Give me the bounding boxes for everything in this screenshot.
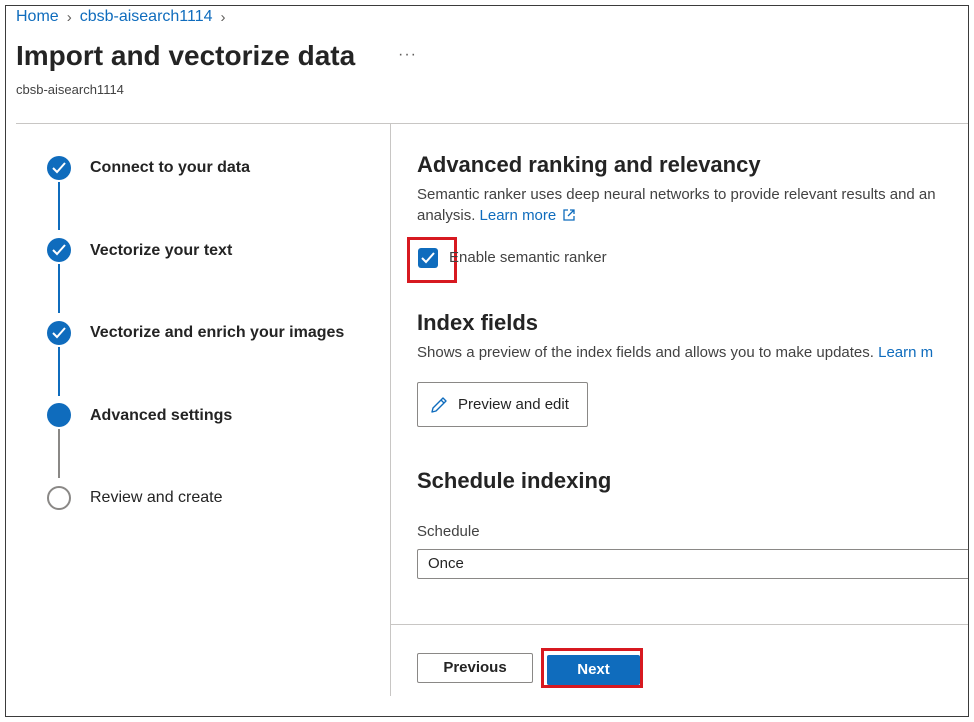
step-vectorize-images[interactable]: Vectorize and enrich your images: [90, 324, 344, 342]
index-fields-description: Shows a preview of the index fields and …: [417, 344, 933, 361]
panel-divider: [390, 123, 391, 696]
ranking-learn-more-link[interactable]: Learn more: [480, 207, 576, 224]
step-connect-data[interactable]: Connect to your data: [90, 159, 250, 177]
footer-divider: [391, 624, 968, 625]
step-connector: [58, 347, 60, 396]
chevron-right-icon: ›: [66, 8, 72, 26]
pencil-icon: [431, 396, 447, 413]
current-step-indicator: [47, 403, 71, 427]
breadcrumb-home-link[interactable]: Home: [16, 8, 59, 26]
preview-and-edit-button[interactable]: Preview and edit: [417, 382, 588, 427]
step-connector: [58, 182, 60, 230]
ranking-description-end: analysis.: [417, 207, 476, 224]
ranking-heading: Advanced ranking and relevancy: [417, 152, 761, 177]
learn-more-label: Learn more: [479, 207, 557, 224]
page-subtitle: cbsb-aisearch1114: [16, 82, 124, 97]
step-advanced-settings[interactable]: Advanced settings: [90, 407, 232, 425]
previous-button[interactable]: Previous: [417, 653, 533, 683]
index-fields-learn-more-link[interactable]: Learn m: [878, 344, 933, 361]
checkmark-icon: [421, 252, 435, 264]
schedule-select[interactable]: Once: [417, 549, 968, 579]
index-fields-heading: Index fields: [417, 310, 539, 335]
pending-step-indicator: [47, 486, 71, 510]
schedule-heading: Schedule indexing: [417, 468, 612, 493]
step-connector: [58, 264, 60, 313]
app-frame: Home › cbsb-aisearch1114 › Import and ve…: [5, 5, 969, 717]
ranking-description: Semantic ranker uses deep neural network…: [417, 186, 936, 203]
index-fields-text: Shows a preview of the index fields and …: [417, 344, 874, 361]
checkmark-icon: [47, 321, 71, 345]
next-button[interactable]: Next: [547, 655, 640, 685]
breadcrumb: Home › cbsb-aisearch1114 ›: [16, 8, 234, 26]
step-connector: [58, 429, 60, 478]
semantic-ranker-label[interactable]: Enable semantic ranker: [449, 249, 607, 266]
schedule-label: Schedule: [417, 523, 480, 540]
step-vectorize-text[interactable]: Vectorize your text: [90, 242, 232, 260]
header-divider: [16, 123, 968, 124]
checkmark-icon: [47, 238, 71, 262]
external-link-icon: [563, 209, 576, 221]
more-options-icon[interactable]: ···: [398, 46, 417, 64]
ranking-description-cont: analysis. Learn more: [417, 207, 576, 224]
checkmark-icon: [47, 156, 71, 180]
step-review-create[interactable]: Review and create: [90, 489, 223, 507]
semantic-ranker-checkbox[interactable]: [418, 248, 438, 268]
breadcrumb-resource-link[interactable]: cbsb-aisearch1114: [80, 8, 213, 26]
chevron-right-icon: ›: [220, 8, 226, 26]
preview-and-edit-label: Preview and edit: [458, 396, 569, 413]
page-title: Import and vectorize data: [16, 40, 356, 71]
